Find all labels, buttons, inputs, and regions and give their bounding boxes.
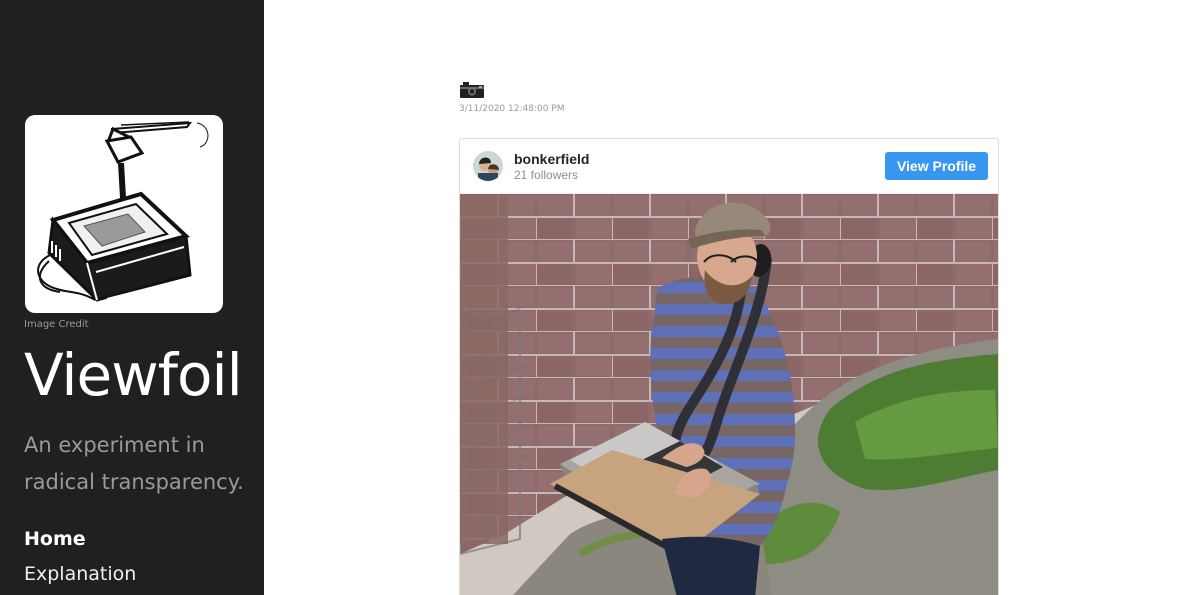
man-with-laptop-photo-icon xyxy=(460,194,998,595)
main-content: 3/11/2020 12:48:00 PM bonkerfield 21 fol… xyxy=(264,0,1194,595)
overhead-projector-logo-icon xyxy=(37,121,209,302)
sidebar: Image Credit Viewfoil An experiment in r… xyxy=(0,0,264,595)
site-title: Viewfoil xyxy=(24,341,243,409)
follower-count: 21 followers xyxy=(514,168,579,182)
site-logo[interactable] xyxy=(25,115,223,313)
avatar-photo-icon xyxy=(473,151,503,181)
nav-home-link[interactable]: Home xyxy=(24,522,136,557)
site-tagline: An experiment in radical transparency. xyxy=(24,433,244,494)
post-header: 3/11/2020 12:48:00 PM xyxy=(459,81,564,114)
embed-header: bonkerfield 21 followers View Profile xyxy=(460,139,998,194)
post-date: 3/11/2020 12:48:00 PM xyxy=(459,104,565,114)
view-profile-button[interactable]: View Profile xyxy=(885,152,988,180)
instagram-post-photo[interactable] xyxy=(460,194,998,595)
camera-icon xyxy=(460,82,484,98)
nav-explanation-link[interactable]: Explanation xyxy=(24,557,136,592)
image-credit-link[interactable]: Image Credit xyxy=(24,319,89,330)
instagram-embed: bonkerfield 21 followers View Profile xyxy=(459,138,999,595)
sidebar-nav: Home Explanation xyxy=(24,522,136,592)
profile-username[interactable]: bonkerfield xyxy=(514,151,589,167)
profile-avatar[interactable] xyxy=(473,151,503,181)
